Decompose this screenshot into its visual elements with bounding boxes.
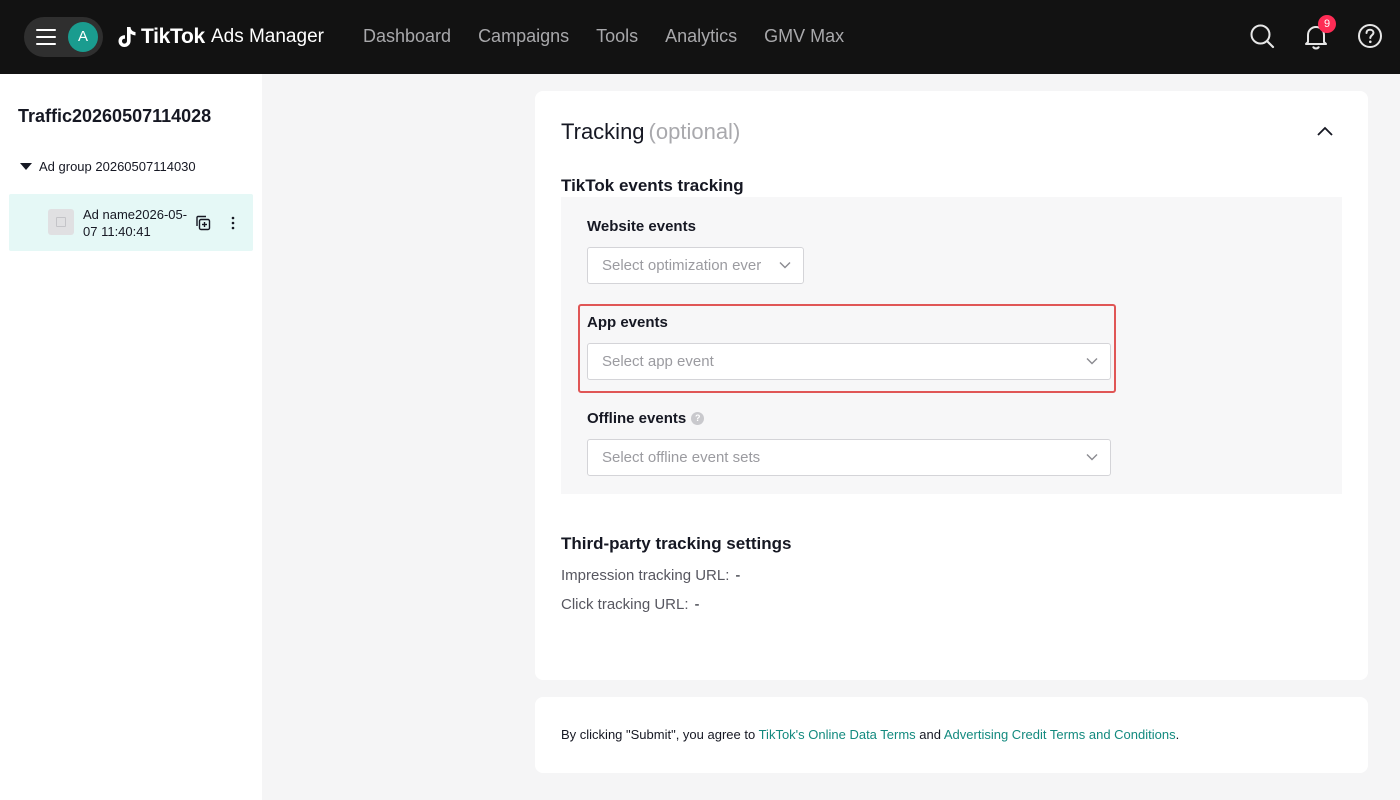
more-options-icon[interactable] bbox=[231, 215, 235, 231]
tracking-card: Tracking (optional) TikTok events trackin… bbox=[535, 91, 1368, 680]
chevron-down-icon bbox=[779, 262, 791, 269]
top-bar: A TikTok Ads Manager Dashboard Campaigns… bbox=[0, 0, 1400, 74]
click-tracking-row: Click tracking URL: - bbox=[561, 596, 700, 613]
advertising-credit-terms-link[interactable]: Advertising Credit Terms and Conditions bbox=[944, 727, 1176, 742]
events-tracking-heading: TikTok events tracking bbox=[561, 176, 744, 195]
search-icon[interactable] bbox=[1248, 22, 1276, 50]
ad-thumbnail-icon bbox=[48, 209, 74, 235]
chevron-down-icon bbox=[1086, 358, 1098, 365]
menu-avatar-toggle[interactable]: A bbox=[24, 17, 103, 57]
logo[interactable]: TikTok Ads Manager bbox=[117, 20, 324, 54]
online-data-terms-link[interactable]: TikTok's Online Data Terms bbox=[759, 727, 916, 742]
offline-events-select[interactable]: Select offline event sets bbox=[587, 439, 1111, 476]
tracking-title: Tracking (optional) bbox=[561, 119, 741, 144]
nav-analytics[interactable]: Analytics bbox=[665, 26, 737, 47]
submit-terms-card: By clicking "Submit", you agree to TikTo… bbox=[535, 697, 1368, 773]
website-events-select[interactable]: Select optimization ever bbox=[587, 247, 804, 284]
logo-brand: TikTok bbox=[141, 25, 205, 48]
third-party-heading: Third-party tracking settings bbox=[561, 534, 792, 553]
website-events-label: Website events bbox=[587, 218, 696, 235]
info-icon[interactable]: ? bbox=[691, 412, 705, 425]
ad-item[interactable]: Ad name2026-05-07 11:40:41 bbox=[9, 194, 253, 251]
ad-name-label: Ad name2026-05-07 11:40:41 bbox=[83, 207, 188, 239]
ad-group-label: Ad group 20260507114030 bbox=[39, 159, 196, 174]
ad-group-item[interactable]: Ad group 20260507114030 bbox=[20, 159, 196, 174]
notification-badge: 9 bbox=[1318, 15, 1336, 33]
impression-tracking-row: Impression tracking URL: - bbox=[561, 567, 741, 584]
logo-product: Ads Manager bbox=[210, 26, 324, 47]
nav-tools[interactable]: Tools bbox=[596, 26, 638, 47]
nav-campaigns[interactable]: Campaigns bbox=[478, 26, 569, 47]
chevron-up-icon[interactable] bbox=[1315, 124, 1335, 138]
app-events-select[interactable]: Select app event bbox=[587, 343, 1111, 380]
caret-down-icon[interactable] bbox=[20, 163, 32, 170]
chevron-down-icon bbox=[1086, 454, 1098, 461]
menu-icon[interactable] bbox=[36, 29, 56, 45]
main-nav: Dashboard Campaigns Tools Analytics GMV … bbox=[363, 26, 871, 47]
offline-events-label: Offline events ? bbox=[587, 410, 705, 427]
events-section: Website events Select optimization ever … bbox=[561, 197, 1342, 494]
app-events-label: App events bbox=[587, 314, 668, 331]
sidebar: Traffic20260507114028 Ad group 202605071… bbox=[0, 74, 262, 800]
help-icon[interactable] bbox=[1356, 22, 1384, 50]
nav-gmv-max[interactable]: GMV Max bbox=[764, 26, 844, 47]
campaign-name[interactable]: Traffic20260507114028 bbox=[18, 106, 211, 127]
avatar[interactable]: A bbox=[68, 22, 98, 52]
terms-text: By clicking "Submit", you agree to TikTo… bbox=[561, 727, 1180, 742]
tiktok-logo-icon bbox=[118, 27, 136, 47]
nav-dashboard[interactable]: Dashboard bbox=[363, 26, 451, 47]
duplicate-icon[interactable] bbox=[195, 215, 211, 231]
